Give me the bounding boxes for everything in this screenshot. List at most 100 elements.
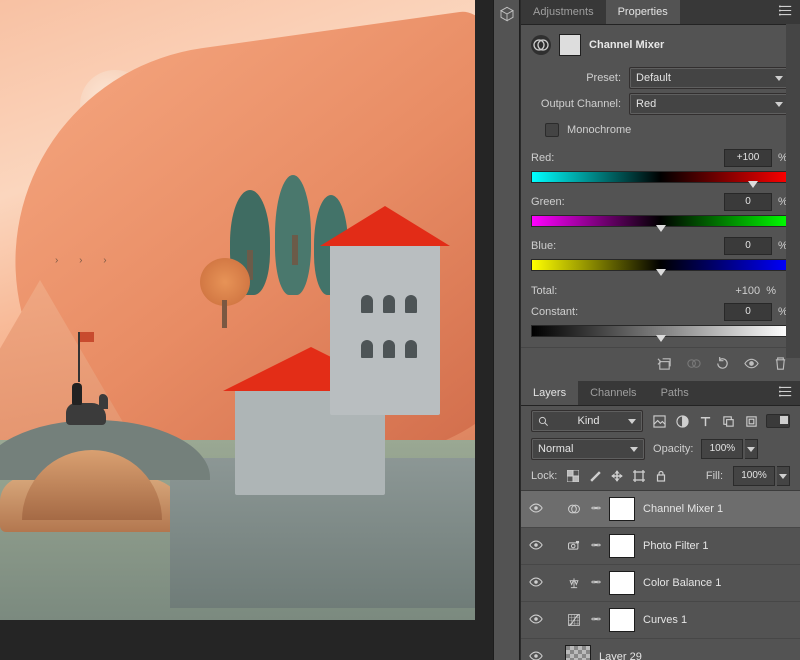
channel-mixer-icon <box>565 500 583 518</box>
scrollbar[interactable] <box>786 24 800 358</box>
monochrome-checkbox[interactable] <box>545 123 559 137</box>
visibility-toggle[interactable] <box>529 538 543 555</box>
panel-menu-icon[interactable] <box>771 385 800 401</box>
layers-panel: Layers Channels Paths Kind <box>521 381 800 660</box>
chevron-down-icon <box>775 102 783 107</box>
blue-value[interactable]: 0 <box>724 237 772 255</box>
layer-list[interactable]: Channel Mixer 1 Photo Filter 1 Color Bal… <box>521 490 800 660</box>
red-label: Red: <box>531 152 724 164</box>
blend-mode-value: Normal <box>538 443 573 455</box>
layer-thumbnail[interactable] <box>609 497 635 521</box>
layer-row-channel-mixer[interactable]: Channel Mixer 1 <box>521 491 800 528</box>
lock-position-icon[interactable] <box>611 470 623 482</box>
cube-3d-icon[interactable] <box>499 6 515 22</box>
artwork-illustration: › › › <box>0 0 475 620</box>
fill-value[interactable]: 100% <box>733 466 775 486</box>
red-value[interactable]: +100 <box>724 149 772 167</box>
layer-filter-kind-select[interactable]: Kind <box>531 410 643 432</box>
preset-value: Default <box>636 72 671 84</box>
photo-filter-icon <box>565 537 583 555</box>
properties-title: Channel Mixer <box>589 39 664 51</box>
blue-label: Blue: <box>531 240 724 252</box>
output-channel-label: Output Channel: <box>531 98 621 110</box>
opacity-value[interactable]: 100% <box>701 439 743 459</box>
properties-footer-icons <box>521 347 800 381</box>
layer-mask-icon[interactable] <box>559 34 581 56</box>
channel-mixer-icon <box>531 35 551 55</box>
layer-filter-icons <box>653 415 758 428</box>
output-channel-select[interactable]: Red <box>629 93 790 115</box>
visibility-icon[interactable] <box>744 356 759 371</box>
trash-icon[interactable] <box>773 356 788 371</box>
lock-artboard-icon[interactable] <box>633 470 645 482</box>
layer-row-pixel[interactable]: Layer 29 <box>521 639 800 660</box>
kind-label: Kind <box>578 415 600 427</box>
curves-icon <box>565 611 583 629</box>
layer-name[interactable]: Color Balance 1 <box>643 577 721 589</box>
constant-value[interactable]: 0 <box>724 303 772 321</box>
visibility-toggle[interactable] <box>529 501 543 518</box>
layer-name[interactable]: Curves 1 <box>643 614 687 626</box>
filter-shape-icon[interactable] <box>722 415 735 428</box>
tab-properties[interactable]: Properties <box>606 0 680 24</box>
layer-thumbnail[interactable] <box>565 645 591 660</box>
lock-label: Lock: <box>531 470 557 482</box>
total-label: Total: <box>531 285 557 297</box>
visibility-toggle[interactable] <box>529 575 543 592</box>
view-previous-state-icon[interactable] <box>686 356 701 371</box>
lock-all-icon[interactable] <box>655 470 667 482</box>
filter-pixel-icon[interactable] <box>653 415 666 428</box>
layer-thumbnail[interactable] <box>609 571 635 595</box>
layer-thumbnail[interactable] <box>609 608 635 632</box>
chevron-down-icon <box>628 419 636 424</box>
visibility-toggle[interactable] <box>529 649 543 660</box>
chevron-down-icon[interactable] <box>777 466 790 486</box>
link-icon[interactable] <box>591 577 601 590</box>
link-icon[interactable] <box>591 503 601 516</box>
lock-pixels-icon[interactable] <box>589 470 601 482</box>
fill-input[interactable]: 100% <box>733 466 790 486</box>
red-slider[interactable]: Red: +100 % <box>531 149 790 183</box>
layer-row-curves[interactable]: Curves 1 <box>521 602 800 639</box>
filter-smartobject-icon[interactable] <box>745 415 758 428</box>
filter-type-icon[interactable] <box>699 415 712 428</box>
filter-adjustment-icon[interactable] <box>676 415 689 428</box>
monochrome-label: Monochrome <box>567 124 631 136</box>
preset-label: Preset: <box>531 72 621 84</box>
green-slider[interactable]: Green: 0 % <box>531 193 790 227</box>
link-icon[interactable] <box>591 540 601 553</box>
tab-layers[interactable]: Layers <box>521 381 578 405</box>
layer-name[interactable]: Photo Filter 1 <box>643 540 708 552</box>
layer-row-photo-filter[interactable]: Photo Filter 1 <box>521 528 800 565</box>
constant-label: Constant: <box>531 306 724 318</box>
document-canvas[interactable]: › › › <box>0 0 493 660</box>
tab-channels[interactable]: Channels <box>578 381 648 405</box>
panel-menu-icon[interactable] <box>771 4 800 20</box>
total-value: +100 <box>735 285 760 297</box>
constant-slider[interactable]: Constant: 0 % <box>531 303 790 337</box>
clip-to-layer-icon[interactable] <box>657 356 672 371</box>
filter-toggle[interactable] <box>766 414 790 428</box>
layer-row-color-balance[interactable]: Color Balance 1 <box>521 565 800 602</box>
preset-select[interactable]: Default <box>629 67 790 89</box>
blue-slider[interactable]: Blue: 0 % <box>531 237 790 271</box>
collapsed-dock[interactable] <box>493 0 520 660</box>
layer-thumbnail[interactable] <box>609 534 635 558</box>
blend-mode-select[interactable]: Normal <box>531 438 645 460</box>
color-balance-icon <box>565 574 583 592</box>
lock-transparency-icon[interactable] <box>567 470 579 482</box>
link-icon[interactable] <box>591 614 601 627</box>
tab-paths[interactable]: Paths <box>649 381 701 405</box>
chevron-down-icon[interactable] <box>745 439 758 459</box>
tab-adjustments[interactable]: Adjustments <box>521 0 606 24</box>
green-value[interactable]: 0 <box>724 193 772 211</box>
opacity-label: Opacity: <box>653 443 693 455</box>
layer-name[interactable]: Channel Mixer 1 <box>643 503 723 515</box>
chevron-down-icon <box>775 76 783 81</box>
search-icon <box>538 416 549 427</box>
layer-name[interactable]: Layer 29 <box>599 651 642 660</box>
visibility-toggle[interactable] <box>529 612 543 629</box>
reset-icon[interactable] <box>715 356 730 371</box>
opacity-input[interactable]: 100% <box>701 439 758 459</box>
output-channel-value: Red <box>636 98 656 110</box>
